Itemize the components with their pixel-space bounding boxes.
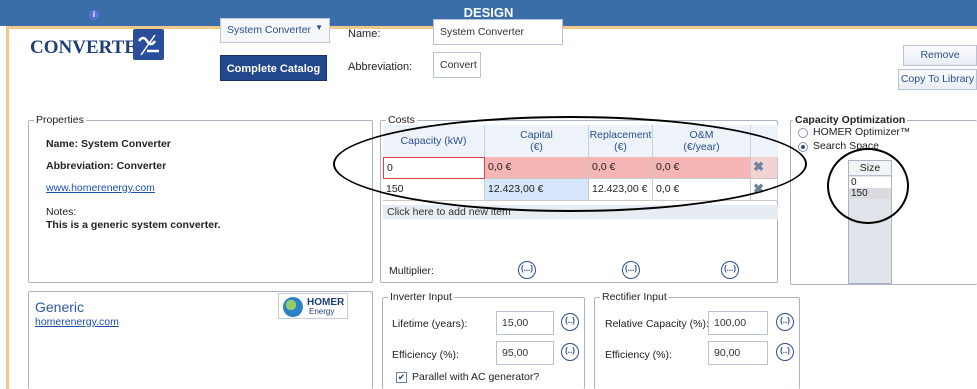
rectifier-efficiency-label: Efficiency (%): [605,349,672,361]
cell-capacity[interactable]: 0 [383,157,485,179]
multiplier-label: Multiplier: [389,265,434,277]
converter-icon [133,29,164,60]
parallel-ac-checkbox[interactable]: ✔ [396,372,407,383]
search-space-label: Search Space [813,140,879,152]
abbreviation-field[interactable]: Convert [433,52,481,78]
header-capacity: Capacity (kW) [383,125,485,157]
delete-row-icon[interactable]: ✖ [753,159,764,175]
capacity-optimization-legend: Capacity Optimization [793,114,908,126]
lifetime-label: Lifetime (years): [392,318,468,330]
manufacturer-website-link[interactable]: homerenergy.com [35,316,119,328]
relative-capacity-field[interactable]: 100,00 [708,311,768,335]
size-cell[interactable]: 0 [849,177,891,188]
info-icon[interactable]: i [89,10,99,20]
size-header: Size (kW) [849,161,891,189]
property-website-link[interactable]: www.homerenergy.com [46,182,155,194]
rectifier-input-group: Rectifier Input [594,291,800,389]
delete-row-icon[interactable]: ✖ [753,181,764,197]
lifetime-sensitivity-button[interactable]: (..) [561,313,579,331]
search-space-table: Size (kW) 0 150 [848,160,892,284]
table-row[interactable]: 0 0,0 € 0,0 € 0,0 € ✖ [383,157,778,179]
chevron-down-icon: ▼ [315,23,323,32]
globe-icon [283,297,303,317]
notes-text: This is a generic system converter. [46,219,221,231]
cell-capacity[interactable]: 150 [383,179,485,201]
parallel-ac-label: Parallel with AC generator? [412,371,540,383]
cell-replacement[interactable]: 12.423,00 € [589,179,653,201]
properties-legend: Properties [34,114,86,126]
size-cell[interactable]: 150 [849,188,891,199]
abbreviation-label: Abbreviation: [348,61,413,73]
add-new-item-row[interactable]: Click here to add new item [383,205,778,219]
cell-capital[interactable]: 12.423,00 € [485,179,589,201]
search-space-radio[interactable] [798,142,808,152]
inverter-efficiency-field[interactable]: 95,00 [496,341,554,365]
converter-type-select[interactable]: System Converter ▼ [220,18,330,43]
complete-catalog-button[interactable]: Complete Catalog [220,55,327,81]
header-om: O&M (€/year) [653,125,751,157]
property-name: Name: System Converter [46,138,171,150]
relative-capacity-sensitivity-button[interactable]: (..) [776,313,794,331]
cell-capital[interactable]: 0,0 € [485,157,589,179]
cell-om[interactable]: 0,0 € [653,179,751,201]
header-delete [751,125,778,157]
inverter-efficiency-sensitivity-button[interactable]: (..) [561,343,579,361]
name-field[interactable]: System Converter [433,19,563,45]
logo-text-energy: Energy [309,307,335,316]
homer-optimizer-radio[interactable] [798,128,808,138]
replacement-multiplier-button[interactable]: (...) [622,261,640,279]
manufacturer-name: Generic [35,299,85,315]
rectifier-input-legend: Rectifier Input [600,291,669,303]
rectifier-efficiency-sensitivity-button[interactable]: (..) [776,343,794,361]
cell-om[interactable]: 0,0 € [653,157,751,179]
homer-energy-logo: HOMER Energy [278,293,348,319]
inverter-efficiency-label: Efficiency (%): [392,349,459,361]
lifetime-field[interactable]: 15,00 [496,311,554,335]
copy-to-library-button[interactable]: Copy To Library [898,69,977,90]
name-label: Name: [348,28,381,40]
window-title: DESIGN [463,5,514,20]
converter-type-value: System Converter [227,24,312,36]
notes-label: Notes: [46,206,77,218]
table-row[interactable]: 150 12.423,00 € 12.423,00 € 0,0 € ✖ [383,179,778,201]
relative-capacity-label: Relative Capacity (%): [605,318,709,330]
costs-table: Capacity (kW) Capital (€) Replacement (€… [383,125,778,285]
cell-replacement[interactable]: 0,0 € [589,157,653,179]
header-capital: Capital (€) [485,125,589,157]
homer-optimizer-label: HOMER Optimizer™ [813,126,911,138]
remove-button[interactable]: Remove [903,45,977,66]
inverter-input-legend: Inverter Input [388,291,454,303]
property-abbreviation: Abbreviation: Converter [46,160,167,172]
capital-multiplier-button[interactable]: (...) [518,261,536,279]
header-replacement: Replacement (€) [589,125,653,157]
rectifier-efficiency-field[interactable]: 90,00 [708,341,768,365]
om-multiplier-button[interactable]: (...) [721,261,739,279]
